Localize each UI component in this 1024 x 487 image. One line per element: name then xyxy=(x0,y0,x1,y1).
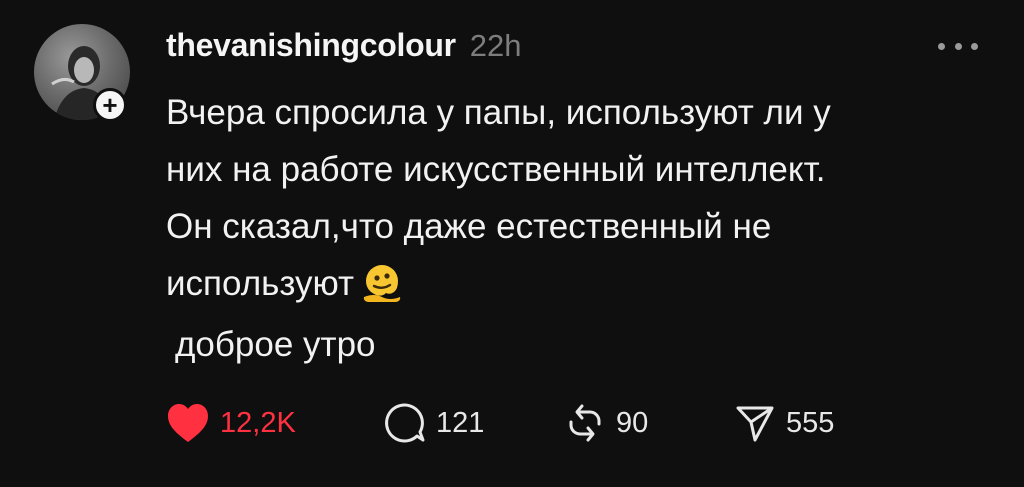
post-time: 22h xyxy=(469,28,522,63)
more-dot-icon xyxy=(954,42,962,50)
repost-count: 90 xyxy=(616,406,649,439)
heart-icon xyxy=(168,404,208,442)
plus-icon: + xyxy=(102,90,118,120)
comment-count: 121 xyxy=(436,406,485,439)
more-dot-icon xyxy=(971,42,978,50)
melting-face-emoji-icon xyxy=(360,259,404,320)
like-button[interactable]: 12,2K xyxy=(166,401,296,445)
more-options-button[interactable] xyxy=(938,34,978,58)
repost-button[interactable]: 90 xyxy=(564,401,648,445)
post-header: thevanishingcolour 22h xyxy=(166,27,521,64)
post-body: Вчера спросила у папы, используют ли у н… xyxy=(166,84,986,320)
like-count: 12,2K xyxy=(220,406,296,439)
post-text-2: доброе утро xyxy=(175,325,376,364)
more-dot-icon xyxy=(938,42,945,50)
comment-icon xyxy=(385,403,425,443)
share-button[interactable]: 555 xyxy=(734,401,834,445)
follow-plus-button[interactable]: + xyxy=(93,88,127,122)
post-text: Вчера спросила у папы, используют ли у н… xyxy=(166,93,831,303)
send-icon xyxy=(736,406,774,442)
comment-button[interactable]: 121 xyxy=(384,401,484,445)
share-count: 555 xyxy=(786,406,835,439)
username[interactable]: thevanishingcolour xyxy=(166,27,456,64)
repost-icon xyxy=(569,404,601,442)
